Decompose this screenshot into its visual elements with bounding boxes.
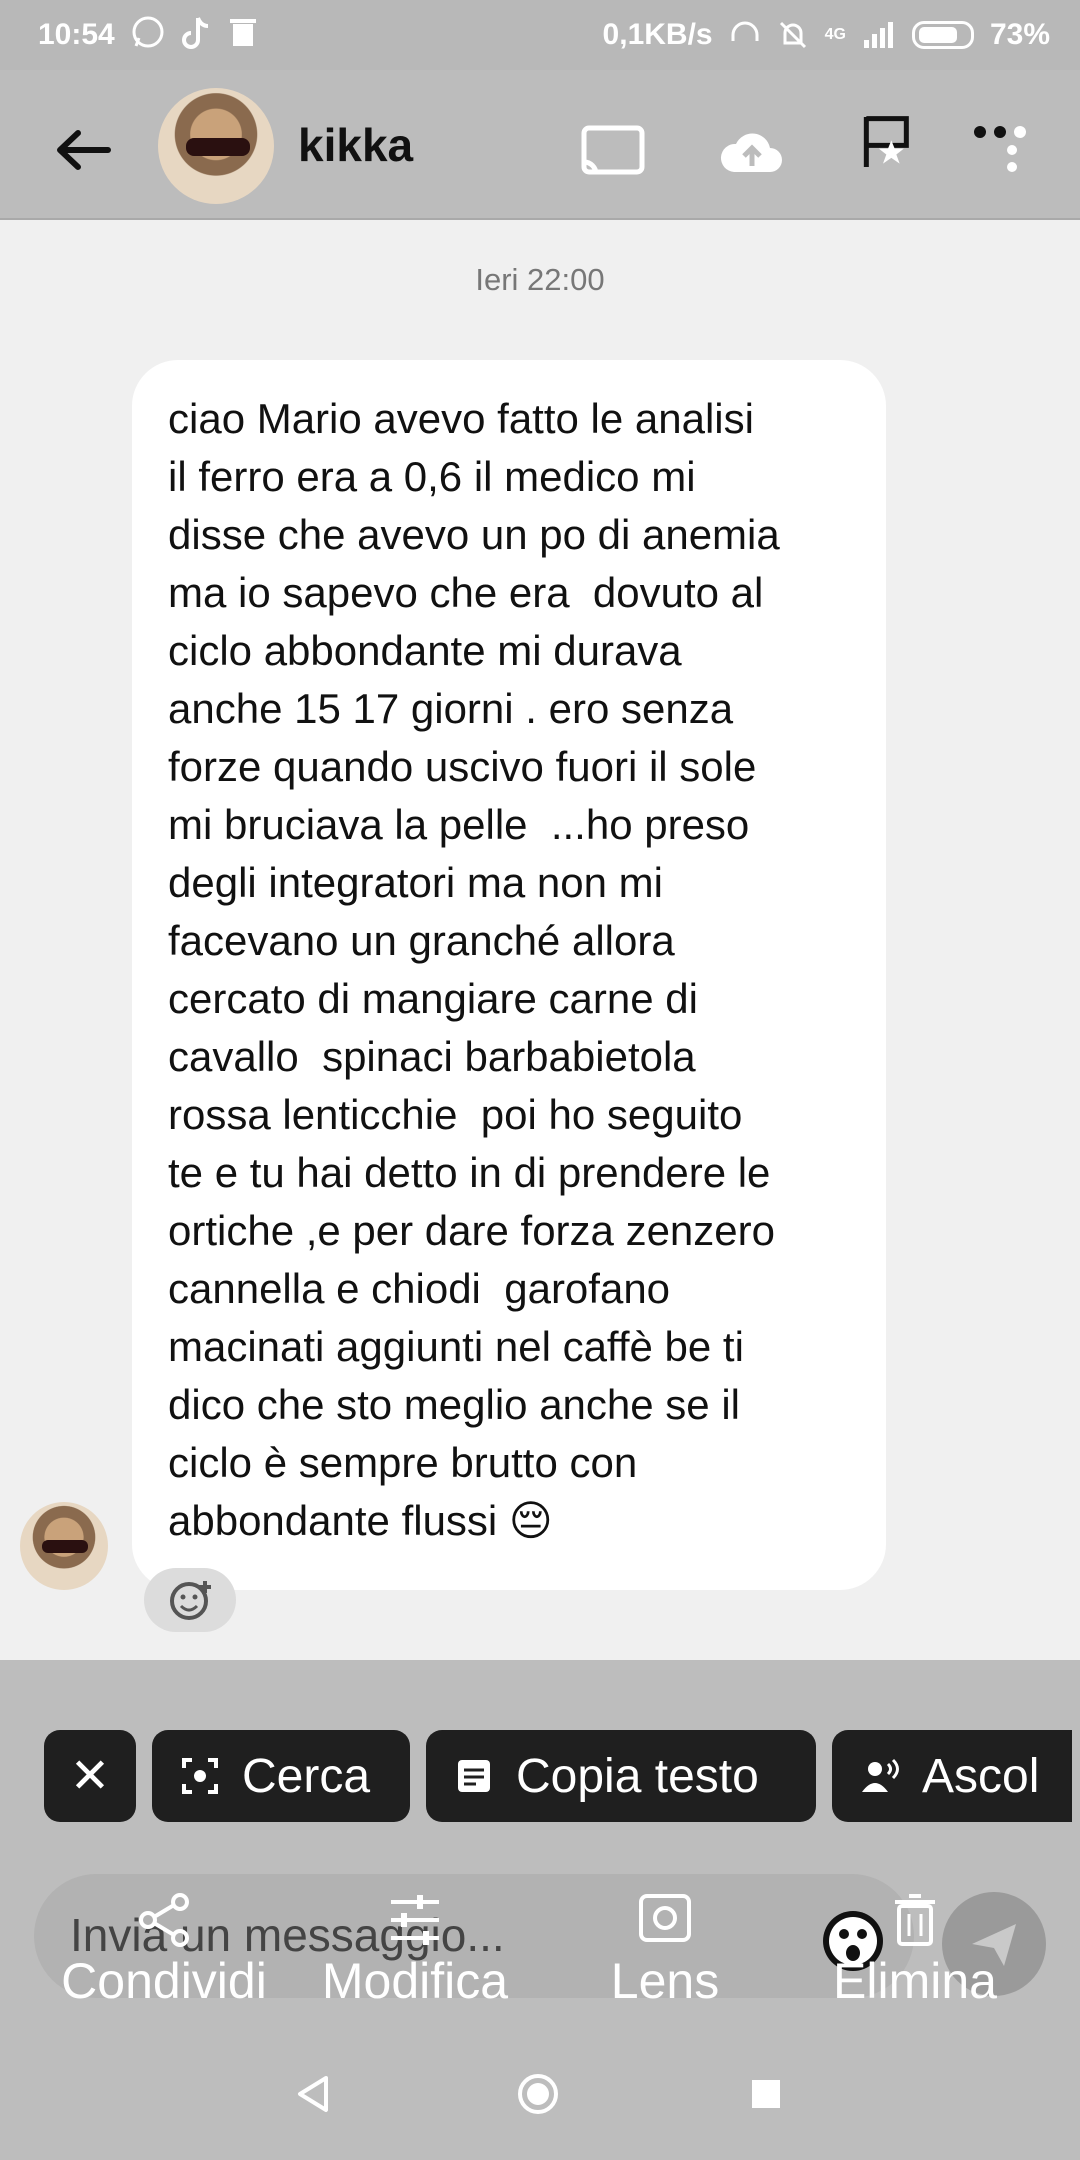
trash-icon [230,19,256,46]
search-chip-button[interactable]: Cerca [152,1730,410,1822]
contact-avatar[interactable] [158,88,274,204]
add-reaction-icon [170,1581,211,1620]
battery-level: 73% [989,18,1050,51]
network-type: 4G [824,26,846,43]
lens-chips-row: ✕ Cerca Copia testo Ascol [44,1730,1072,1822]
copy-text-chip-button[interactable]: Copia testo [426,1730,816,1822]
more-options-icon[interactable] [970,122,1042,182]
bell-muted-icon [779,21,806,49]
cast-icon[interactable] [576,122,648,182]
document-icon [458,1760,490,1792]
flag-star-icon[interactable] [852,112,924,172]
back-arrow-icon[interactable] [48,115,118,185]
chat-area[interactable]: Ieri 22:00 ciao Mario avevo fatto le ana… [0,222,1080,1702]
sender-avatar[interactable] [20,1502,108,1590]
headphones-icon [731,21,759,41]
delete-label: Elimina [833,1953,997,2009]
message-bubble[interactable]: ciao Mario avevo fatto le analisi il fer… [132,360,886,1590]
copy-text-chip-label: Copia testo [516,1749,759,1803]
add-reaction-button[interactable] [144,1568,236,1632]
message-text: ciao Mario avevo fatto le analisi il fer… [168,395,780,1544]
signal-icon [863,22,893,48]
network-speed: 0,1KB/s [602,18,713,51]
listen-chip-button[interactable]: Ascol [832,1730,1072,1822]
system-nav-bar [0,2030,1080,2160]
close-chip-button[interactable]: ✕ [44,1730,136,1822]
lens-button[interactable]: Lens [555,1880,775,2010]
tiktok-icon [182,17,209,49]
lens-search-icon [182,1758,218,1794]
message-datestamp: Ieri 22:00 [475,262,605,297]
search-chip-label: Cerca [242,1749,371,1803]
lens-actions-bar: Condividi Modifica Lens Elimina [0,1880,1080,2020]
share-icon [139,1893,189,1947]
sliders-icon [391,1895,439,1945]
share-button[interactable]: Condividi [54,1880,274,2010]
trash-icon [895,1894,935,1946]
speaker-person-icon [862,1758,899,1792]
status-time: 10:54 [38,18,115,51]
nav-back-icon[interactable] [292,2072,336,2116]
status-bar: 10:54 0,1KB/s 4G 73% [0,0,1080,70]
edit-button[interactable]: Modifica [305,1880,525,2010]
delete-button[interactable]: Elimina [805,1880,1025,2010]
nav-home-icon[interactable] [516,2072,560,2116]
contact-name[interactable]: kikka [298,118,413,172]
battery-icon [911,21,974,49]
edit-label: Modifica [321,1953,509,2009]
whatsapp-icon [132,16,164,48]
nav-recent-apps-icon[interactable] [744,2072,788,2116]
cloud-upload-icon[interactable] [716,122,788,182]
lens-label: Lens [610,1953,720,2009]
close-icon: ✕ [69,1750,111,1803]
lens-icon [639,1894,691,1942]
share-label: Condividi [61,1953,267,2009]
chat-header: kikka [0,70,1080,220]
listen-chip-label: Ascol [922,1749,1040,1803]
